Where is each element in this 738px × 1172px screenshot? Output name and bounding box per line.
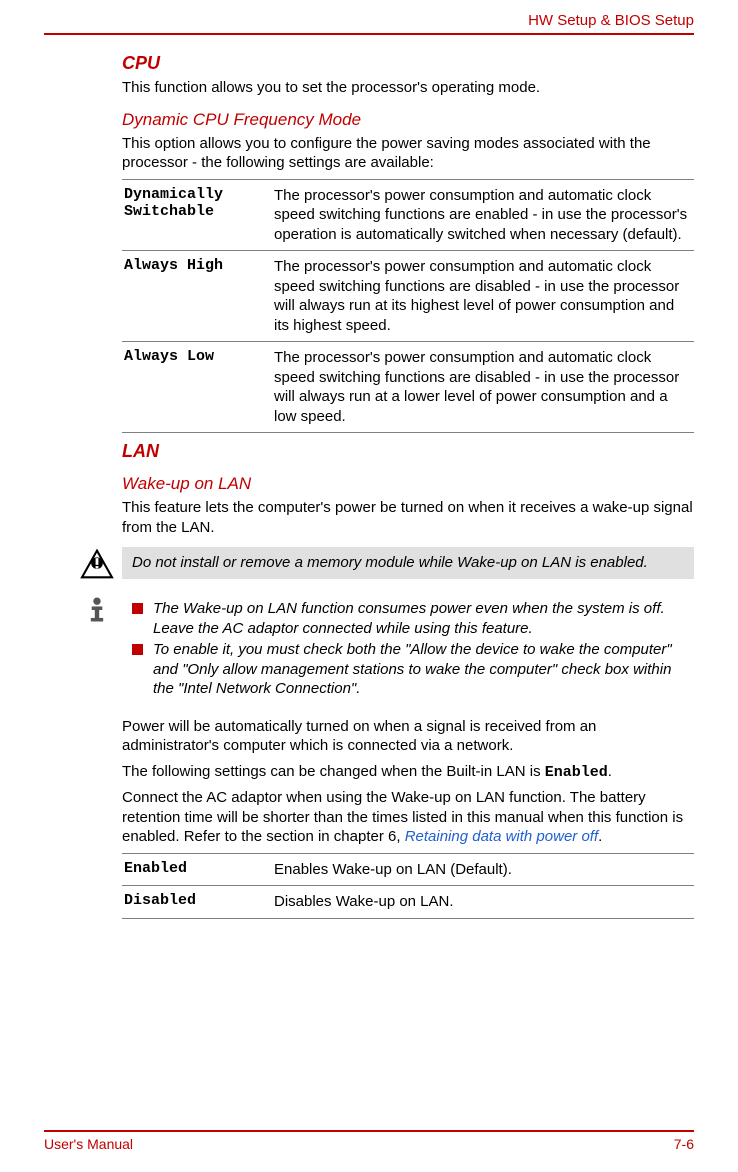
page-number: 7-6 xyxy=(674,1136,694,1152)
cpu-subheading: Dynamic CPU Frequency Mode xyxy=(122,110,694,130)
cpu-subintro: This option allows you to configure the … xyxy=(122,134,694,173)
option-term: Dynamically Switchable xyxy=(122,179,272,251)
header-divider xyxy=(44,33,694,35)
table-row: Always High The processor's power consum… xyxy=(122,251,694,342)
header-section-title: HW Setup & BIOS Setup xyxy=(44,12,694,29)
text-span: . xyxy=(598,828,602,845)
lan-heading: LAN xyxy=(122,441,694,462)
info-callout: The Wake-up on LAN function consumes pow… xyxy=(72,593,694,707)
lan-para2: The following settings can be changed wh… xyxy=(122,762,694,783)
cpu-intro: This function allows you to set the proc… xyxy=(122,78,694,98)
option-desc: Disables Wake-up on LAN. xyxy=(272,886,694,919)
option-desc: The processor's power consumption and au… xyxy=(272,251,694,342)
warning-callout: Do not install or remove a memory module… xyxy=(72,547,694,583)
lan-options-table: Enabled Enables Wake-up on LAN (Default)… xyxy=(122,853,694,919)
table-row: Enabled Enables Wake-up on LAN (Default)… xyxy=(122,853,694,886)
table-row: Dynamically Switchable The processor's p… xyxy=(122,179,694,251)
option-term: Always Low xyxy=(122,342,272,433)
inline-mono: Enabled xyxy=(545,764,608,781)
footer-left: User's Manual xyxy=(44,1136,133,1152)
option-term: Always High xyxy=(122,251,272,342)
lan-intro: This feature lets the computer's power b… xyxy=(122,498,694,537)
lan-para3: Connect the AC adaptor when using the Wa… xyxy=(122,788,694,847)
info-item-text: The Wake-up on LAN function consumes pow… xyxy=(153,599,684,638)
info-item: The Wake-up on LAN function consumes pow… xyxy=(132,599,684,638)
warning-text: Do not install or remove a memory module… xyxy=(122,547,694,579)
info-item-text: To enable it, you must check both the "A… xyxy=(153,640,684,699)
table-row: Disabled Disables Wake-up on LAN. xyxy=(122,886,694,919)
option-term: Enabled xyxy=(122,853,272,886)
text-span: The following settings can be changed wh… xyxy=(122,763,545,780)
text-span: . xyxy=(608,763,612,780)
warning-icon xyxy=(80,549,114,583)
option-term: Disabled xyxy=(122,886,272,919)
option-desc: The processor's power consumption and au… xyxy=(272,342,694,433)
option-desc: Enables Wake-up on LAN (Default). xyxy=(272,853,694,886)
lan-para1: Power will be automatically turned on wh… xyxy=(122,717,694,756)
info-item: To enable it, you must check both the "A… xyxy=(132,640,684,699)
cross-reference-link[interactable]: Retaining data with power off xyxy=(405,828,598,845)
cpu-heading: CPU xyxy=(122,53,694,74)
main-content: CPU This function allows you to set the … xyxy=(122,53,694,919)
footer-divider xyxy=(44,1130,694,1132)
bullet-icon xyxy=(132,644,143,655)
lan-subheading: Wake-up on LAN xyxy=(122,474,694,494)
table-row: Always Low The processor's power consump… xyxy=(122,342,694,433)
info-icon xyxy=(80,595,114,629)
page-footer: User's Manual 7-6 xyxy=(44,1130,694,1152)
cpu-options-table: Dynamically Switchable The processor's p… xyxy=(122,179,694,434)
bullet-icon xyxy=(132,603,143,614)
option-desc: The processor's power consumption and au… xyxy=(272,179,694,251)
